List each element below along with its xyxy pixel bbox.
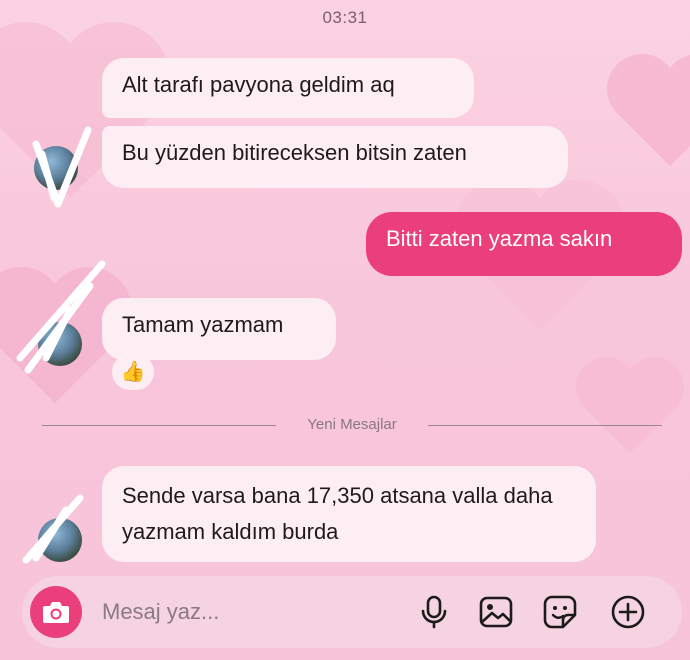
microphone-icon[interactable] [416, 594, 452, 630]
message-incoming[interactable]: Bu yüzden bitireceksen bitsin zaten [102, 126, 568, 188]
camera-button[interactable] [30, 586, 82, 638]
message-incoming[interactable]: Tamam yazmam [102, 298, 336, 360]
message-composer: Mesaj yaz... [22, 576, 682, 648]
gallery-icon[interactable] [478, 594, 514, 630]
plus-icon[interactable] [610, 594, 646, 630]
redaction-scribble [22, 494, 84, 564]
redaction-scribble [16, 260, 106, 374]
divider-label: Yeni Mesajlar [307, 416, 397, 433]
divider-line [428, 425, 662, 426]
camera-icon [43, 602, 69, 623]
new-messages-divider: Yeni Mesajlar [42, 414, 662, 436]
sticker-icon[interactable] [542, 594, 578, 630]
reaction-thumbs-up-icon[interactable]: 👍 [112, 354, 154, 390]
message-incoming[interactable]: Sende varsa bana 17,350 atsana valla dah… [102, 466, 596, 562]
message-outgoing[interactable]: Bitti zaten yazma sakın [366, 212, 682, 276]
heart-decoration-icon [600, 40, 690, 180]
message-input[interactable]: Mesaj yaz... [102, 596, 219, 628]
heart-decoration-icon [570, 350, 690, 460]
divider-line [42, 425, 276, 426]
timestamp: 03:31 [322, 8, 368, 27]
redaction-scribble [32, 126, 92, 208]
message-incoming[interactable]: Alt tarafı pavyona geldim aq [102, 58, 474, 118]
chat-screen: 03:31 Alt tarafı pavyona geldim aq Bu yü… [0, 0, 690, 660]
